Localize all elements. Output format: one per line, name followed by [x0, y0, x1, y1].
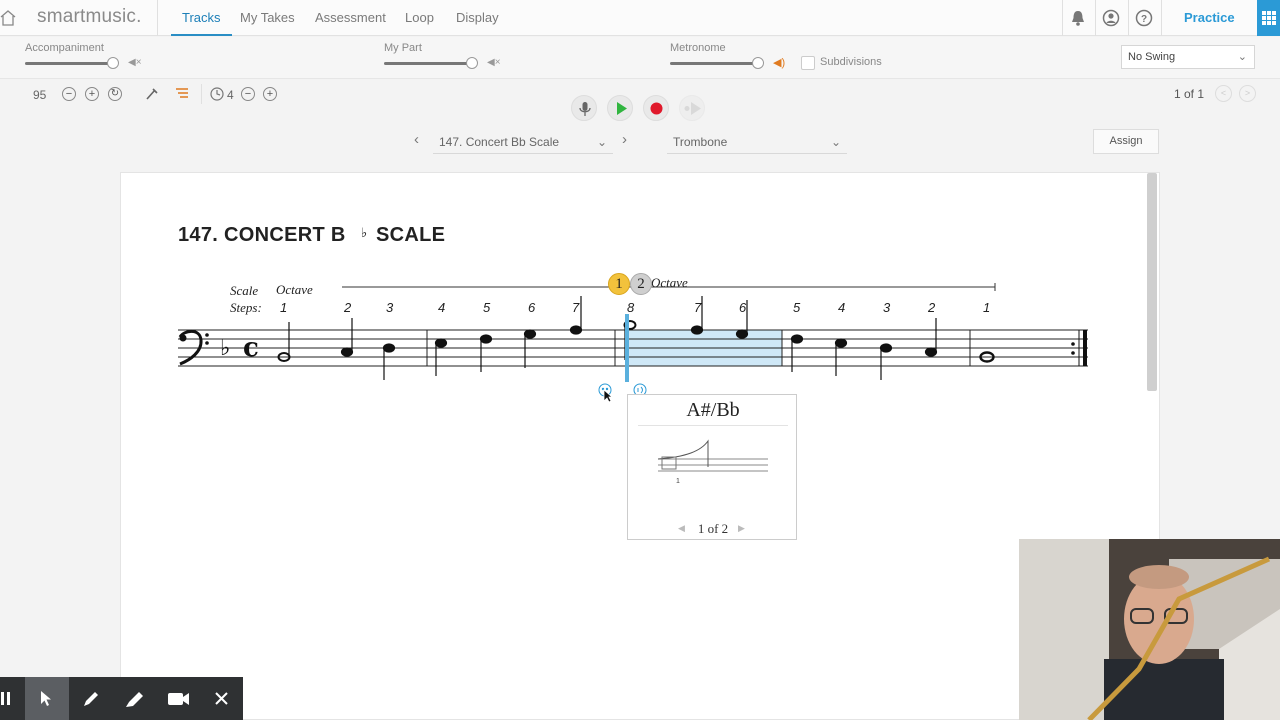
webcam-video: [1019, 539, 1280, 720]
metronome-label: Metronome: [670, 42, 726, 54]
practice-button[interactable]: Practice: [1184, 0, 1235, 36]
tempo-reset-icon[interactable]: ↻: [108, 87, 122, 101]
arrow-pointer-icon: [41, 691, 51, 706]
metronome-slider-knob[interactable]: [752, 57, 764, 69]
tempo-value[interactable]: 95: [33, 88, 46, 102]
webcam-frame-image: [1019, 539, 1280, 720]
subdivisions-checkbox[interactable]: [801, 56, 815, 70]
accompaniment-slider[interactable]: [25, 62, 115, 65]
countoff-clock-icon: [210, 87, 224, 101]
playback-cursor[interactable]: [625, 314, 629, 382]
annotation-toolbar: [0, 677, 243, 720]
select-tool-button[interactable]: [25, 677, 69, 720]
svg-text:?: ?: [1141, 14, 1147, 25]
swing-value: No Swing: [1128, 51, 1176, 63]
chevron-down-icon: ⌄: [1237, 51, 1247, 63]
chevron-down-icon: ⌄: [596, 135, 607, 149]
title-dropdown[interactable]: 147. Concert Bb Scale ⌄: [433, 130, 613, 154]
instrument-value: Trombone: [673, 135, 728, 149]
close-toolbar-button[interactable]: [201, 677, 243, 720]
popup-next-icon[interactable]: ▶: [738, 523, 745, 534]
tab-tracks[interactable]: Tracks: [171, 0, 232, 36]
accompaniment-label: Accompaniment: [25, 42, 104, 54]
tempo-increase-button[interactable]: +: [85, 87, 99, 101]
account-icon[interactable]: [1102, 9, 1120, 27]
highlighter-tool-button[interactable]: [113, 677, 157, 720]
help-icon[interactable]: ?: [1135, 9, 1153, 27]
ending-badge-2[interactable]: 2: [630, 273, 652, 295]
slide-position-number: 1: [676, 478, 680, 485]
instrument-dropdown[interactable]: Trombone ⌄: [667, 130, 847, 154]
score-scrollbar[interactable]: [1147, 173, 1157, 391]
page-prev-icon[interactable]: <: [1215, 85, 1232, 102]
speaker-muted-icon[interactable]: ◀×: [128, 57, 142, 68]
pen-tool-button[interactable]: [69, 677, 113, 720]
mixer-bar: [0, 37, 1280, 79]
page-next-icon[interactable]: >: [1239, 85, 1256, 102]
popup-page-indicator: 1 of 2: [697, 521, 729, 536]
slide-position-diagram: 1: [657, 439, 768, 485]
play-icon: [617, 102, 627, 115]
subdivisions-label: Subdivisions: [820, 56, 882, 68]
pen-icon: [84, 692, 98, 706]
title-value: 147. Concert Bb Scale: [439, 135, 560, 149]
score-title-end: SCALE: [376, 224, 446, 246]
pause-button[interactable]: [0, 677, 22, 720]
tab-loop[interactable]: Loop: [405, 0, 434, 36]
bell-icon[interactable]: [1069, 9, 1087, 27]
my-part-slider[interactable]: [384, 62, 474, 65]
tab-display[interactable]: Display: [456, 0, 499, 36]
microphone-button[interactable]: [571, 95, 597, 121]
flat-key-signature: ♭: [220, 336, 230, 361]
close-icon: [215, 692, 228, 705]
chevron-down-icon: ⌄: [830, 135, 841, 149]
score-title-flat: ♭: [361, 226, 368, 241]
microphone-icon: [579, 102, 591, 116]
speaker-on-icon[interactable]: ◀): [773, 56, 785, 69]
record-button[interactable]: [643, 95, 669, 121]
my-part-label: My Part: [384, 42, 422, 54]
note-list-icon[interactable]: [175, 88, 189, 100]
camera-tool-button[interactable]: [157, 677, 201, 720]
assign-button[interactable]: Assign: [1093, 129, 1159, 154]
next-title-arrow[interactable]: ›: [622, 131, 627, 148]
smartmusic-logo: smartmusic.: [37, 6, 142, 27]
record-icon: [650, 102, 663, 115]
countoff-decrease-button[interactable]: −: [241, 87, 255, 101]
score-title: 147. CONCERT B: [178, 224, 346, 246]
video-camera-icon: [168, 693, 189, 705]
note-name: A#/Bb: [686, 399, 740, 421]
highlighter-icon: [126, 692, 143, 707]
tuner-icon[interactable]: [145, 87, 159, 101]
mouse-cursor-icon: [603, 389, 613, 403]
previous-title-arrow[interactable]: ‹: [414, 131, 419, 148]
play-take-button[interactable]: [679, 95, 705, 121]
accompaniment-slider-knob[interactable]: [107, 57, 119, 69]
common-time-signature: c: [243, 333, 259, 363]
tab-assessment[interactable]: Assessment: [315, 0, 386, 36]
countoff-value: 4: [227, 88, 234, 102]
page-indicator: 1 of 1: [1174, 87, 1205, 101]
tempo-decrease-button[interactable]: −: [62, 87, 76, 101]
pause-icon: [1, 692, 10, 705]
tab-my-takes[interactable]: My Takes: [240, 0, 295, 36]
fingering-popup: A#/Bb 1 ◀ 1 of 2 ▶: [627, 394, 797, 540]
countoff-increase-button[interactable]: +: [263, 87, 277, 101]
ending-badge-1[interactable]: 1: [608, 273, 630, 295]
swing-dropdown[interactable]: No Swing ⌄: [1121, 45, 1255, 69]
apps-grid-icon[interactable]: [1257, 0, 1280, 36]
home-icon[interactable]: [0, 8, 16, 28]
play-button[interactable]: [607, 95, 633, 121]
top-bar: smartmusic. Tracks My Takes Assessment L…: [0, 0, 1280, 36]
speaker-muted-icon[interactable]: ◀×: [487, 57, 501, 68]
metronome-slider[interactable]: [670, 62, 760, 65]
my-part-slider-knob[interactable]: [466, 57, 478, 69]
play-take-icon: [684, 102, 701, 115]
